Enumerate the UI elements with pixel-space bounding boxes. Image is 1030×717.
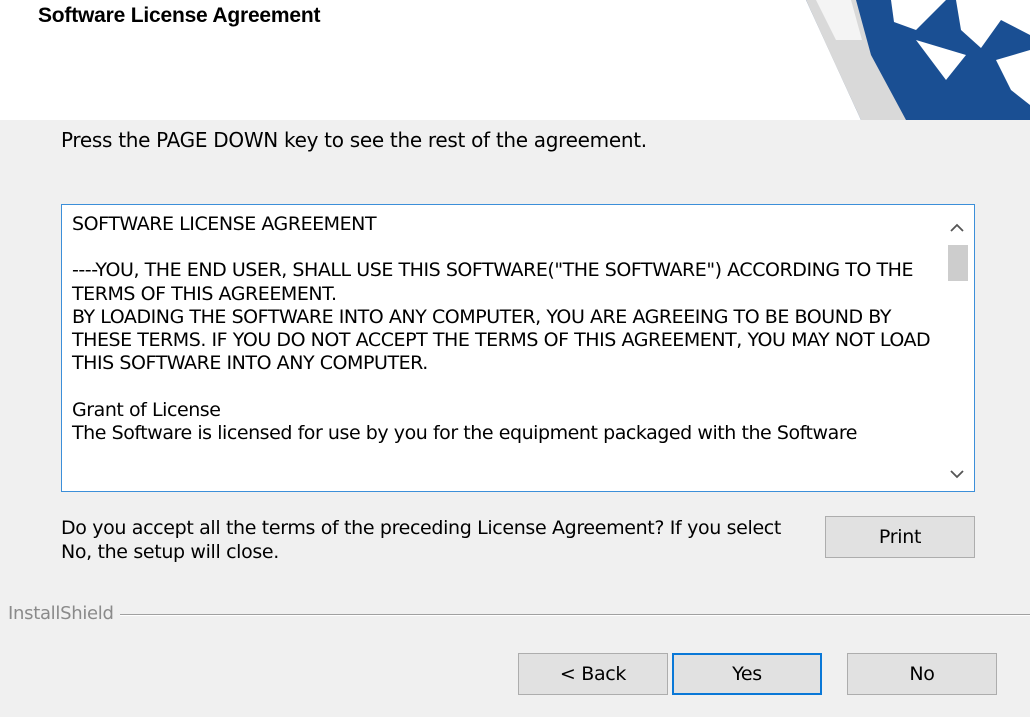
- installshield-brand-label: InstallShield: [8, 603, 120, 624]
- divider: [8, 614, 1030, 616]
- header-panel: Software License Agreement: [0, 0, 1030, 120]
- license-text-box[interactable]: SOFTWARE LICENSE AGREEMENT ----YOU, THE …: [61, 204, 975, 492]
- no-button[interactable]: No: [847, 653, 997, 695]
- chevron-down-icon[interactable]: [940, 457, 974, 491]
- license-text: SOFTWARE LICENSE AGREEMENT ----YOU, THE …: [72, 213, 931, 444]
- license-scrollbar[interactable]: [940, 205, 974, 491]
- installshield-logo-icon: [806, 0, 1030, 120]
- instruction-text: Press the PAGE DOWN key to see the rest …: [61, 128, 647, 152]
- yes-button[interactable]: Yes: [672, 653, 822, 695]
- accept-question-text: Do you accept all the terms of the prece…: [61, 517, 781, 563]
- back-button[interactable]: < Back: [518, 653, 668, 695]
- page-title: Software License Agreement: [38, 4, 321, 27]
- chevron-up-icon[interactable]: [940, 211, 974, 245]
- print-button[interactable]: Print: [825, 516, 975, 558]
- scrollbar-thumb[interactable]: [948, 245, 968, 281]
